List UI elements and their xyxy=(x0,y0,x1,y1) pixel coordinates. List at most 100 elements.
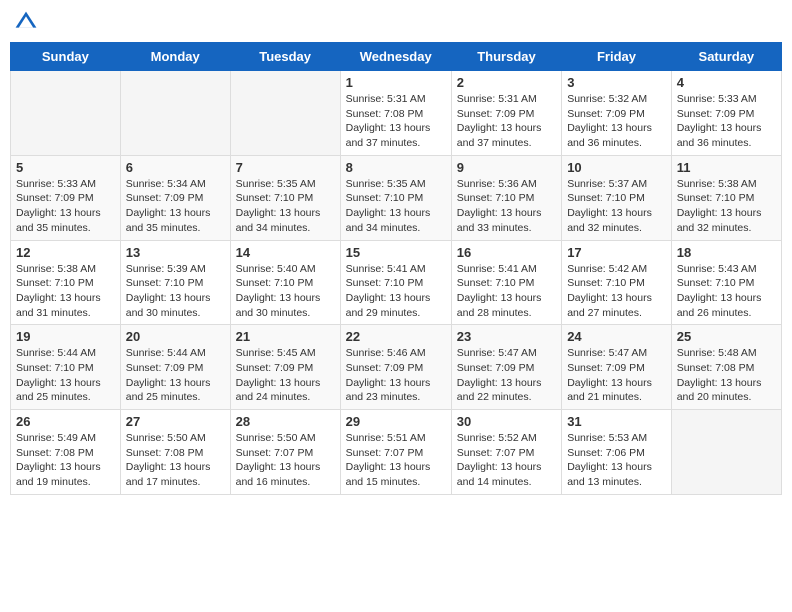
calendar-body: 1 Sunrise: 5:31 AMSunset: 7:08 PMDaylight… xyxy=(11,71,782,495)
day-info: Sunrise: 5:48 AMSunset: 7:08 PMDaylight:… xyxy=(677,346,776,405)
day-cell: 14Sunrise: 5:40 AMSunset: 7:10 PMDayligh… xyxy=(230,240,340,325)
day-info: Sunrise: 5:39 AMSunset: 7:10 PMDaylight:… xyxy=(126,262,225,321)
day-info: Sunrise: 5:34 AMSunset: 7:09 PMDaylight:… xyxy=(126,177,225,236)
day-number: 21 xyxy=(236,329,335,344)
day-cell: 22 Sunrise: 5:46 AMSunset: 7:09 PMDayligh… xyxy=(340,325,451,410)
day-number: 1 xyxy=(346,75,446,90)
day-cell: 25 Sunrise: 5:48 AMSunset: 7:08 PMDayligh… xyxy=(671,325,781,410)
day-number: 23 xyxy=(457,329,556,344)
day-cell: 29 Sunrise: 5:51 AMSunset: 7:07 PMDayligh… xyxy=(340,410,451,495)
day-cell: 5 Sunrise: 5:33 AMSunset: 7:09 PMDaylight… xyxy=(11,155,121,240)
week-row-2: 5 Sunrise: 5:33 AMSunset: 7:09 PMDaylight… xyxy=(11,155,782,240)
day-number: 2 xyxy=(457,75,556,90)
day-info: Sunrise: 5:35 AMSunset: 7:10 PMDaylight:… xyxy=(236,177,335,236)
day-number: 13 xyxy=(126,245,225,260)
day-cell: 21 Sunrise: 5:45 AMSunset: 7:09 PMDayligh… xyxy=(230,325,340,410)
day-cell xyxy=(11,71,121,156)
weekday-header-wednesday: Wednesday xyxy=(340,43,451,71)
day-cell: 26Sunrise: 5:49 AMSunset: 7:08 PMDayligh… xyxy=(11,410,121,495)
weekday-header-monday: Monday xyxy=(120,43,230,71)
day-cell: 8Sunrise: 5:35 AMSunset: 7:10 PMDaylight… xyxy=(340,155,451,240)
day-cell: 30 Sunrise: 5:52 AMSunset: 7:07 PMDayligh… xyxy=(451,410,561,495)
day-number: 19 xyxy=(16,329,115,344)
day-cell: 6 Sunrise: 5:34 AMSunset: 7:09 PMDaylight… xyxy=(120,155,230,240)
day-cell: 24Sunrise: 5:47 AMSunset: 7:09 PMDayligh… xyxy=(562,325,672,410)
day-cell: 20 Sunrise: 5:44 AMSunset: 7:09 PMDayligh… xyxy=(120,325,230,410)
day-cell: 11 Sunrise: 5:38 AMSunset: 7:10 PMDayligh… xyxy=(671,155,781,240)
day-info: Sunrise: 5:41 AMSunset: 7:10 PMDaylight:… xyxy=(457,262,556,321)
day-info: Sunrise: 5:33 AMSunset: 7:09 PMDaylight:… xyxy=(16,177,115,236)
day-cell: 2 Sunrise: 5:31 AMSunset: 7:09 PMDaylight… xyxy=(451,71,561,156)
week-row-1: 1 Sunrise: 5:31 AMSunset: 7:08 PMDaylight… xyxy=(11,71,782,156)
day-number: 9 xyxy=(457,160,556,175)
day-info: Sunrise: 5:49 AMSunset: 7:08 PMDaylight:… xyxy=(16,431,115,490)
day-number: 5 xyxy=(16,160,115,175)
day-cell: 10Sunrise: 5:37 AMSunset: 7:10 PMDayligh… xyxy=(562,155,672,240)
day-number: 20 xyxy=(126,329,225,344)
day-number: 11 xyxy=(677,160,776,175)
day-cell: 18 Sunrise: 5:43 AMSunset: 7:10 PMDayligh… xyxy=(671,240,781,325)
day-number: 7 xyxy=(236,160,335,175)
day-number: 18 xyxy=(677,245,776,260)
day-info: Sunrise: 5:32 AMSunset: 7:09 PMDaylight:… xyxy=(567,92,666,151)
day-cell: 23 Sunrise: 5:47 AMSunset: 7:09 PMDayligh… xyxy=(451,325,561,410)
day-info: Sunrise: 5:52 AMSunset: 7:07 PMDaylight:… xyxy=(457,431,556,490)
day-info: Sunrise: 5:47 AMSunset: 7:09 PMDaylight:… xyxy=(457,346,556,405)
day-number: 28 xyxy=(236,414,335,429)
day-info: Sunrise: 5:38 AMSunset: 7:10 PMDaylight:… xyxy=(16,262,115,321)
page-header xyxy=(10,10,782,34)
day-number: 22 xyxy=(346,329,446,344)
day-info: Sunrise: 5:53 AMSunset: 7:06 PMDaylight:… xyxy=(567,431,666,490)
day-info: Sunrise: 5:31 AMSunset: 7:09 PMDaylight:… xyxy=(457,92,556,151)
weekday-header-thursday: Thursday xyxy=(451,43,561,71)
day-number: 4 xyxy=(677,75,776,90)
day-cell: 12 Sunrise: 5:38 AMSunset: 7:10 PMDayligh… xyxy=(11,240,121,325)
week-row-3: 12 Sunrise: 5:38 AMSunset: 7:10 PMDayligh… xyxy=(11,240,782,325)
weekday-header-friday: Friday xyxy=(562,43,672,71)
day-info: Sunrise: 5:36 AMSunset: 7:10 PMDaylight:… xyxy=(457,177,556,236)
day-cell: 16 Sunrise: 5:41 AMSunset: 7:10 PMDayligh… xyxy=(451,240,561,325)
day-info: Sunrise: 5:35 AMSunset: 7:10 PMDaylight:… xyxy=(346,177,446,236)
weekday-header-row: SundayMondayTuesdayWednesdayThursdayFrid… xyxy=(11,43,782,71)
day-cell: 9 Sunrise: 5:36 AMSunset: 7:10 PMDaylight… xyxy=(451,155,561,240)
weekday-header-sunday: Sunday xyxy=(11,43,121,71)
day-info: Sunrise: 5:46 AMSunset: 7:09 PMDaylight:… xyxy=(346,346,446,405)
week-row-5: 26Sunrise: 5:49 AMSunset: 7:08 PMDayligh… xyxy=(11,410,782,495)
day-cell: 7 Sunrise: 5:35 AMSunset: 7:10 PMDaylight… xyxy=(230,155,340,240)
day-info: Sunrise: 5:31 AMSunset: 7:08 PMDaylight:… xyxy=(346,92,446,151)
day-number: 3 xyxy=(567,75,666,90)
day-info: Sunrise: 5:37 AMSunset: 7:10 PMDaylight:… xyxy=(567,177,666,236)
day-cell: 4 Sunrise: 5:33 AMSunset: 7:09 PMDaylight… xyxy=(671,71,781,156)
day-cell xyxy=(230,71,340,156)
day-cell: 27 Sunrise: 5:50 AMSunset: 7:08 PMDayligh… xyxy=(120,410,230,495)
day-cell: 13 Sunrise: 5:39 AMSunset: 7:10 PMDayligh… xyxy=(120,240,230,325)
day-number: 14 xyxy=(236,245,335,260)
day-info: Sunrise: 5:51 AMSunset: 7:07 PMDaylight:… xyxy=(346,431,446,490)
week-row-4: 19Sunrise: 5:44 AMSunset: 7:10 PMDayligh… xyxy=(11,325,782,410)
day-info: Sunrise: 5:44 AMSunset: 7:09 PMDaylight:… xyxy=(126,346,225,405)
day-cell: 31 Sunrise: 5:53 AMSunset: 7:06 PMDayligh… xyxy=(562,410,672,495)
day-number: 24 xyxy=(567,329,666,344)
day-info: Sunrise: 5:50 AMSunset: 7:08 PMDaylight:… xyxy=(126,431,225,490)
day-number: 29 xyxy=(346,414,446,429)
day-number: 17 xyxy=(567,245,666,260)
day-number: 16 xyxy=(457,245,556,260)
day-number: 6 xyxy=(126,160,225,175)
day-number: 15 xyxy=(346,245,446,260)
weekday-header-saturday: Saturday xyxy=(671,43,781,71)
logo xyxy=(14,10,42,34)
weekday-header-tuesday: Tuesday xyxy=(230,43,340,71)
day-cell: 1 Sunrise: 5:31 AMSunset: 7:08 PMDaylight… xyxy=(340,71,451,156)
day-info: Sunrise: 5:45 AMSunset: 7:09 PMDaylight:… xyxy=(236,346,335,405)
day-number: 25 xyxy=(677,329,776,344)
day-info: Sunrise: 5:43 AMSunset: 7:10 PMDaylight:… xyxy=(677,262,776,321)
day-number: 12 xyxy=(16,245,115,260)
day-cell xyxy=(120,71,230,156)
day-cell: 28 Sunrise: 5:50 AMSunset: 7:07 PMDayligh… xyxy=(230,410,340,495)
day-number: 30 xyxy=(457,414,556,429)
day-number: 31 xyxy=(567,414,666,429)
day-info: Sunrise: 5:50 AMSunset: 7:07 PMDaylight:… xyxy=(236,431,335,490)
day-number: 27 xyxy=(126,414,225,429)
day-info: Sunrise: 5:33 AMSunset: 7:09 PMDaylight:… xyxy=(677,92,776,151)
day-info: Sunrise: 5:38 AMSunset: 7:10 PMDaylight:… xyxy=(677,177,776,236)
